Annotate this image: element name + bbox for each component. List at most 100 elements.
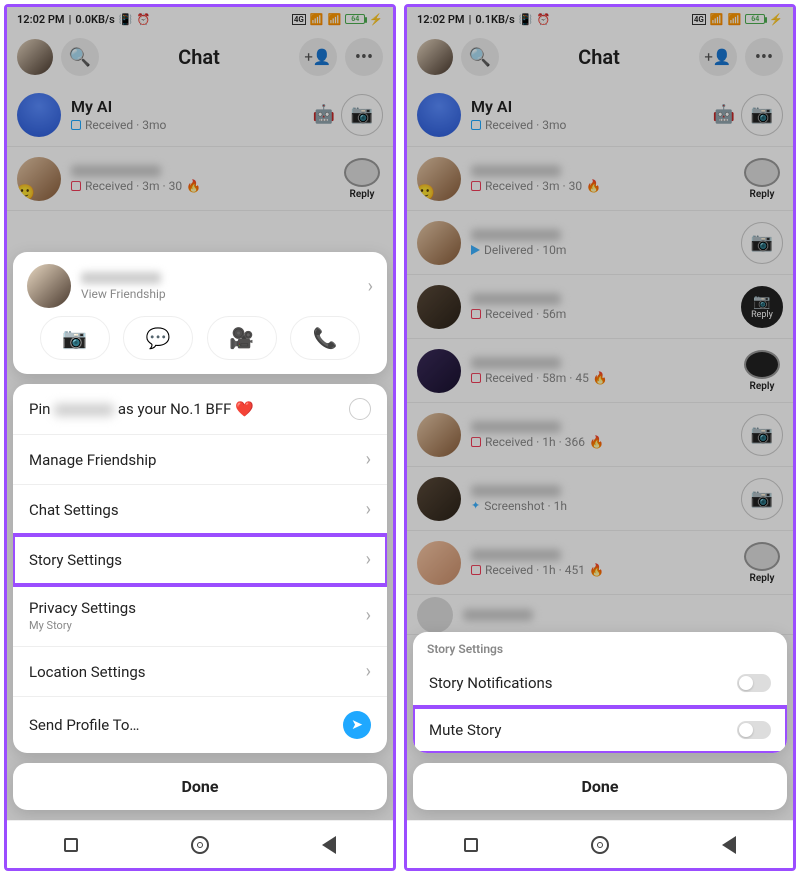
- profile-menu: Pin as your No.1 BFF ❤️ Manage Friendshi…: [13, 384, 387, 753]
- story-reply-button[interactable]: 📷Reply: [741, 286, 783, 328]
- chat-row[interactable]: Received · 1h · 451🔥 Reply: [407, 531, 793, 595]
- avatar: [417, 597, 453, 633]
- done-button[interactable]: Done: [13, 763, 387, 810]
- nav-recents[interactable]: [59, 833, 83, 857]
- menu-location-settings[interactable]: Location Settings ›: [13, 647, 387, 697]
- avatar: [417, 285, 461, 329]
- delivered-icon: [471, 245, 480, 255]
- chat-status: Received · 1h · 451🔥: [471, 563, 735, 577]
- toggle-off-icon[interactable]: [737, 721, 771, 739]
- reply-button[interactable]: Reply: [741, 350, 783, 392]
- page-title: Chat: [178, 45, 220, 69]
- battery-icon: 64: [345, 14, 365, 24]
- chat-row[interactable]: Received · 58m · 45🔥 Reply: [407, 339, 793, 403]
- menu-label: Privacy SettingsMy Story: [29, 599, 136, 632]
- more-button[interactable]: •••: [345, 38, 383, 76]
- story-ring-icon: [744, 158, 780, 187]
- chat-name-redacted: [471, 549, 561, 561]
- camera-icon: 📷: [62, 326, 87, 350]
- nav-back[interactable]: [317, 833, 341, 857]
- chat-row-myai[interactable]: My AI Received · 3mo 🤖 📷: [7, 83, 393, 147]
- menu-manage-friendship[interactable]: Manage Friendship ›: [13, 435, 387, 485]
- received-icon: [71, 120, 81, 130]
- camera-button[interactable]: 📷: [741, 414, 783, 456]
- reply-button[interactable]: Reply: [741, 158, 783, 200]
- toggle-off-icon[interactable]: [737, 674, 771, 692]
- reply-label: Reply: [350, 189, 375, 200]
- status-time: 12:02 PM: [417, 13, 465, 26]
- camera-button[interactable]: 📷: [741, 222, 783, 264]
- chat-row[interactable]: 🙂 Received · 3m · 30🔥 Reply: [407, 147, 793, 211]
- chat-row[interactable]: 🙂 Received · 3m · 30🔥 Reply: [7, 147, 393, 211]
- chat-row[interactable]: Received · 56m 📷Reply: [407, 275, 793, 339]
- add-friend-button[interactable]: +👤: [699, 38, 737, 76]
- menu-chat-settings[interactable]: Chat Settings ›: [13, 485, 387, 535]
- received-icon: [471, 373, 481, 383]
- camera-button[interactable]: 📷: [741, 94, 783, 136]
- signal-2-icon: 📶: [328, 13, 342, 26]
- camera-button[interactable]: 📷: [341, 94, 383, 136]
- chat-row-myai[interactable]: My AI Received · 3mo 🤖 📷: [407, 83, 793, 147]
- camera-icon: 📷: [351, 104, 373, 125]
- received-icon: [471, 120, 481, 130]
- story-ring-icon: [744, 350, 780, 379]
- profile-avatar[interactable]: [417, 39, 453, 75]
- chat-name-redacted: [71, 165, 161, 177]
- search-button[interactable]: 🔍: [61, 38, 99, 76]
- menu-label: Mute Story: [429, 721, 501, 739]
- snap-camera-button[interactable]: 📷: [40, 316, 110, 360]
- video-call-button[interactable]: 🎥: [207, 316, 277, 360]
- avatar: [417, 93, 461, 137]
- android-nav-bar: [407, 820, 793, 868]
- reply-button[interactable]: Reply: [741, 542, 783, 584]
- more-button[interactable]: •••: [745, 38, 783, 76]
- chat-row[interactable]: ✦Screenshot · 1h 📷: [407, 467, 793, 531]
- profile-avatar[interactable]: [17, 39, 53, 75]
- chevron-right-icon: ›: [366, 661, 371, 682]
- menu-story-settings[interactable]: Story Settings ›: [13, 535, 387, 585]
- search-icon: 🔍: [69, 47, 91, 68]
- sheet-profile-header[interactable]: View Friendship › 📷 💬 🎥 📞: [13, 252, 387, 374]
- add-friend-icon: +👤: [304, 48, 331, 66]
- reply-button[interactable]: Reply: [341, 158, 383, 200]
- chevron-right-icon: ›: [366, 449, 371, 470]
- toggle-mute-story[interactable]: Mute Story: [413, 707, 787, 753]
- nav-home[interactable]: [188, 833, 212, 857]
- chat-row[interactable]: Received · 1h · 366🔥 📷: [407, 403, 793, 467]
- reply-label: Reply: [751, 310, 773, 320]
- avatar: [417, 349, 461, 393]
- chat-button[interactable]: 💬: [123, 316, 193, 360]
- nav-home[interactable]: [588, 833, 612, 857]
- chat-row[interactable]: [407, 595, 793, 635]
- camera-icon: 📷: [751, 104, 773, 125]
- nav-back[interactable]: [717, 833, 741, 857]
- signal-1-icon: 📶: [710, 13, 724, 26]
- camera-button[interactable]: 📷: [741, 478, 783, 520]
- menu-send-profile[interactable]: Send Profile To… ➤: [13, 697, 387, 753]
- reply-label: Reply: [750, 381, 775, 392]
- menu-privacy-settings[interactable]: Privacy SettingsMy Story ›: [13, 585, 387, 647]
- add-friend-button[interactable]: +👤: [299, 38, 337, 76]
- square-icon: [464, 838, 478, 852]
- add-friend-icon: +👤: [704, 48, 731, 66]
- volte-icon: 4G: [292, 14, 306, 25]
- ellipsis-icon: •••: [355, 47, 373, 68]
- app-header: 🔍 Chat +👤 •••: [7, 31, 393, 83]
- view-friendship-link[interactable]: View Friendship: [81, 287, 358, 301]
- chevron-right-icon: ›: [366, 499, 371, 520]
- chat-status: Received · 1h · 366🔥: [471, 435, 735, 449]
- menu-pin-bff[interactable]: Pin as your No.1 BFF ❤️: [13, 384, 387, 435]
- toggle-story-notifications[interactable]: Story Notifications: [413, 660, 787, 707]
- status-time: 12:02 PM: [17, 13, 65, 26]
- chat-status: Received · 3m · 30🔥: [71, 179, 335, 193]
- nav-recents[interactable]: [459, 833, 483, 857]
- screenshot-icon: ✦: [471, 499, 480, 512]
- audio-call-button[interactable]: 📞: [290, 316, 360, 360]
- search-button[interactable]: 🔍: [461, 38, 499, 76]
- chat-status: ✦Screenshot · 1h: [471, 499, 735, 513]
- chat-row[interactable]: Delivered · 10m 📷: [407, 211, 793, 275]
- app-header: 🔍 Chat +👤 •••: [407, 31, 793, 83]
- received-icon: [471, 565, 481, 575]
- done-button[interactable]: Done: [413, 763, 787, 810]
- menu-label: Pin as your No.1 BFF ❤️: [29, 400, 254, 418]
